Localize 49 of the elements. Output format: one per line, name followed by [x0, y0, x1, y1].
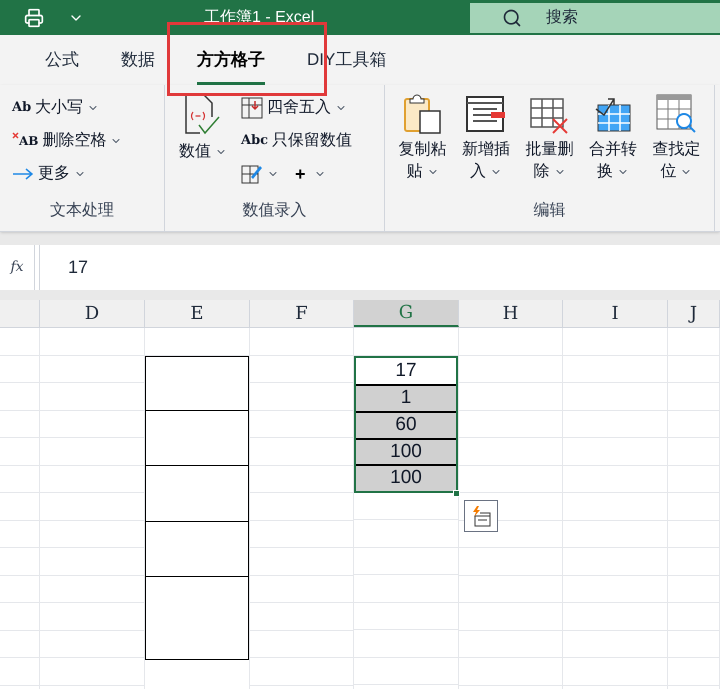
text-style-icon: Abc — [241, 131, 268, 151]
paste-options-menu[interactable] — [464, 500, 498, 532]
ribbon-button[interactable]: 更多 — [12, 159, 122, 189]
ribbon-large-button[interactable]: 合并转换 — [587, 93, 639, 183]
column-header[interactable]: H — [459, 300, 563, 327]
insert-rows-icon — [465, 93, 508, 135]
ribbon-large-button[interactable]: 数值 — [177, 93, 229, 163]
ribbon-button[interactable] — [241, 163, 279, 185]
arrow-icon — [12, 168, 34, 180]
group-label: 数值录入 — [242, 200, 308, 221]
table-cell[interactable]: 100 — [356, 438, 456, 464]
bordered-cell[interactable] — [145, 410, 249, 466]
bordered-cell[interactable] — [145, 356, 249, 410]
bordered-cell[interactable] — [145, 466, 249, 522]
fill-handle[interactable] — [453, 490, 460, 497]
edit-grid-icon — [241, 163, 263, 185]
bordered-cell[interactable] — [145, 576, 249, 660]
search-icon — [502, 8, 522, 28]
ribbon-large-button[interactable]: 新增插入 — [460, 93, 512, 183]
ribbon-tab[interactable]: 公式 — [45, 35, 79, 85]
table-cell[interactable]: 1 — [356, 384, 456, 411]
ribbon-large-button[interactable]: 批量删除 — [524, 93, 576, 183]
search-field[interactable]: 搜索 — [470, 2, 720, 32]
round-icon — [241, 97, 263, 119]
column-header[interactable]: D — [40, 300, 145, 327]
clipboard-icon — [402, 93, 444, 135]
ribbon-button[interactable]: Ab 大小写 — [12, 93, 122, 123]
group-label: 编辑 — [532, 200, 566, 221]
text-style-icon: Ab — [12, 98, 32, 118]
column-header[interactable]: G — [354, 300, 459, 327]
paste-options-icon — [470, 505, 492, 527]
formula-input[interactable]: 17 — [39, 245, 720, 290]
column-header[interactable]: E — [145, 300, 250, 327]
table-cell[interactable]: 100 — [356, 464, 456, 491]
column-header[interactable]: J — [668, 300, 720, 327]
bordered-cell[interactable] — [145, 522, 249, 576]
table-cell[interactable]: 60 — [356, 410, 456, 438]
group-label: 文本处理 — [49, 200, 115, 221]
ribbon-button[interactable]: Abc 只保留数值 — [241, 126, 352, 156]
find-grid-icon — [655, 93, 698, 135]
ribbon-tab[interactable]: 数据 — [121, 35, 155, 85]
ribbon-large-button[interactable]: 复制粘贴 — [397, 93, 448, 183]
function-label[interactable]: fx — [0, 245, 35, 290]
ribbon-button[interactable]: AB 删除空格 — [12, 126, 122, 156]
column-header[interactable]: I — [563, 300, 668, 327]
print-preview-icon[interactable] — [24, 8, 44, 28]
ribbon-button[interactable]: 四舍五入 — [241, 93, 352, 123]
ribbon-large-button[interactable]: 查找定位 — [650, 93, 702, 183]
ribbon-button[interactable]: + — [295, 160, 326, 188]
